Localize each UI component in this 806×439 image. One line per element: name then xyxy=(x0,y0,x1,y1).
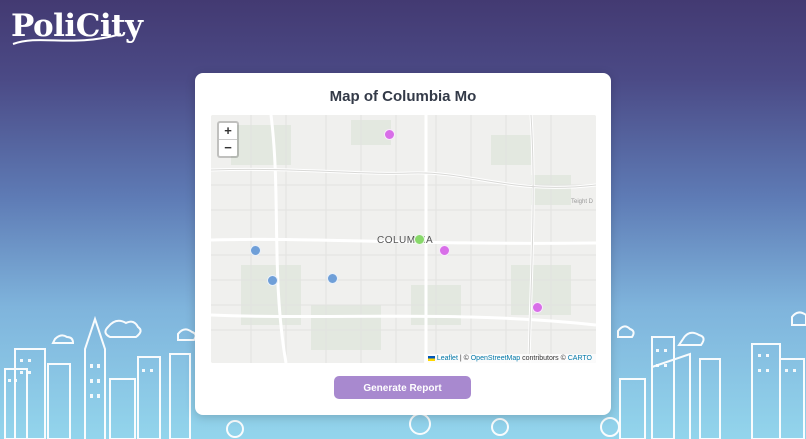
card-title: Map of Columbia Mo xyxy=(329,88,477,105)
map-marker[interactable] xyxy=(267,275,278,286)
map-marker[interactable] xyxy=(414,234,425,245)
zoom-control: + − xyxy=(217,121,239,158)
generate-report-button[interactable]: Generate Report xyxy=(334,376,471,399)
attribution-separator: | © xyxy=(459,355,469,362)
leaflet-link[interactable]: Leaflet xyxy=(437,355,458,362)
carto-link[interactable]: CARTO xyxy=(568,355,592,362)
map-marker[interactable] xyxy=(439,245,450,256)
zoom-in-button[interactable]: + xyxy=(219,123,237,140)
map-view[interactable]: Teight D + − COLUMBIA Leaflet | © OpenSt… xyxy=(211,115,596,363)
map-marker[interactable] xyxy=(532,302,543,313)
openstreetmap-link[interactable]: OpenStreetMap xyxy=(471,355,520,362)
map-attribution: Leaflet | © OpenStreetMap contributors ©… xyxy=(423,354,596,363)
street-label: Teight D xyxy=(571,199,594,205)
zoom-out-button[interactable]: − xyxy=(219,140,237,156)
map-marker[interactable] xyxy=(250,245,261,256)
ukraine-flag-icon xyxy=(427,355,435,361)
logo-swoosh-icon xyxy=(12,33,122,45)
attribution-contributors: contributors © xyxy=(522,355,566,362)
app-logo[interactable]: PoliCity xyxy=(11,8,143,48)
map-marker[interactable] xyxy=(384,129,395,140)
map-marker[interactable] xyxy=(327,273,338,284)
map-card: Map of Columbia Mo Teight D + − COLUMBIA… xyxy=(195,73,611,415)
